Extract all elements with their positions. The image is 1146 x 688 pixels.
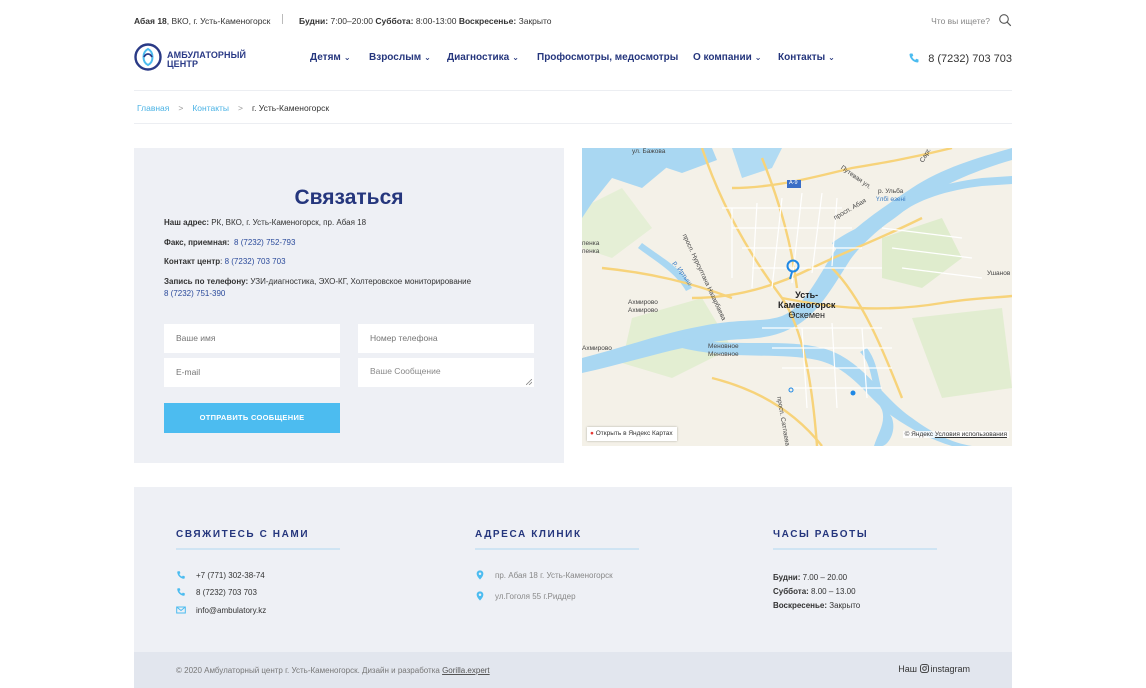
map-label: Ахмирово	[628, 299, 658, 306]
map-label: Ахмирово	[628, 307, 658, 314]
map-terms-link[interactable]: Условия использования	[935, 431, 1007, 438]
footer-clinics: АДРЕСА КЛИНИК	[475, 529, 639, 550]
fax-info: Факс, приемная: 8 (7232) 752-793	[164, 238, 296, 247]
logo-icon	[134, 43, 162, 71]
breadcrumb-divider	[134, 123, 1012, 124]
footer-clinics-heading: АДРЕСА КЛИНИК	[475, 529, 582, 540]
email-input[interactable]	[164, 358, 340, 387]
contact-form-panel: Связаться Наш адрес: РК, ВКО, г. Усть-Ка…	[134, 148, 564, 463]
breadcrumb-current: г. Усть-Каменогорск	[252, 103, 330, 113]
map-label: ул. Бажова	[632, 148, 666, 155]
phone-input[interactable]	[358, 324, 534, 353]
instagram-icon	[920, 664, 930, 673]
hours-row: Суббота: 8.00 – 13.00	[773, 587, 856, 596]
top-bar: Абая 18, ВКО, г. Усть-Каменогорск Будни:…	[134, 12, 1012, 30]
phone-icon	[909, 53, 919, 63]
top-hours: Будни: 7:00–20:00 Суббота: 8:00-13:00 Во…	[299, 16, 552, 26]
phone-icon	[177, 588, 185, 596]
map-label: Ушанов	[987, 270, 1011, 277]
chevron-down-icon: ⌄	[754, 53, 762, 62]
search-label[interactable]: Что вы ищете?	[931, 16, 990, 26]
map-city-label: Усть- Каменогорск Өскемен	[778, 290, 836, 320]
map-label: пенка	[582, 240, 600, 247]
footer-hours: ЧАСЫ РАБОТЫ	[773, 529, 937, 550]
yandex-map[interactable]: ул. Бажова А-9 Путевая ул. р. Ульба Үлбі…	[582, 148, 1012, 446]
logo[interactable]: АМБУЛАТОРНЫЙ ЦЕНТР	[134, 43, 254, 73]
header-divider	[134, 90, 1012, 91]
footer-bottom-bar: © 2020 Амбулаторный центр г. Усть-Камено…	[134, 652, 1012, 688]
breadcrumb: Главная > Контакты > г. Усть-Каменогорск	[137, 103, 329, 113]
heading-underline	[176, 548, 340, 550]
map-label: Үлбі өзені	[876, 196, 906, 203]
chevron-down-icon: ⌄	[343, 53, 351, 62]
hours-row: Будни: 7.00 – 20.00	[773, 573, 848, 582]
footer-hours-list: Будни: 7.00 – 20.00 Суббота: 8.00 – 13.0…	[773, 571, 860, 613]
name-input[interactable]	[164, 324, 340, 353]
heading-underline	[773, 548, 937, 550]
footer-hours-heading: ЧАСЫ РАБОТЫ	[773, 529, 869, 540]
send-message-button[interactable]: ОТПРАВИТЬ СООБЩЕНИЕ	[164, 403, 340, 433]
search-icon[interactable]	[998, 13, 1012, 27]
call-center-info: Контакт центр: 8 (7232) 703 703	[164, 257, 286, 266]
heading-underline	[475, 548, 639, 550]
map-label: Меновное	[708, 343, 739, 350]
map-copyright: © Яндекс Условия использования	[902, 431, 1009, 438]
call-center-link[interactable]: 8 (7232) 703 703	[225, 257, 286, 266]
instagram-link[interactable]: Наш instagram	[898, 664, 970, 674]
chevron-down-icon: ⌄	[512, 53, 519, 62]
phone-icon	[177, 571, 185, 579]
location-pin-icon	[476, 591, 484, 601]
location-pin-icon	[476, 570, 484, 580]
nav-item-adults[interactable]: Взрослым ⌄	[369, 52, 431, 63]
breadcrumb-contacts[interactable]: Контакты	[192, 103, 229, 113]
breadcrumb-separator: >	[178, 103, 184, 113]
booking-info: Запись по телефону: УЗИ-диагностика, ЭХО…	[164, 277, 472, 298]
resize-handle-icon[interactable]	[526, 379, 532, 385]
map-label: Меновное	[708, 351, 739, 358]
nav-item-contacts[interactable]: Контакты ⌄	[778, 52, 835, 63]
breadcrumb-home[interactable]: Главная	[137, 103, 169, 113]
copyright: © 2020 Амбулаторный центр г. Усть-Камено…	[176, 666, 490, 675]
location-pin-icon: ●	[590, 430, 594, 437]
open-in-yandex-maps-button[interactable]: ● Открыть в Яндекс Картах	[587, 427, 677, 441]
breadcrumb-separator: >	[238, 103, 244, 113]
top-separator	[282, 14, 283, 24]
footer: СВЯЖИТЕСЬ С НАМИ +7 (771) 302-38-74 8 (7…	[134, 487, 1012, 688]
contact-title: Связаться	[294, 186, 404, 209]
footer-contacts-heading: СВЯЖИТЕСЬ С НАМИ	[176, 529, 310, 540]
map-label: р. Ульба	[878, 188, 904, 195]
map-label: Ахмирово	[582, 345, 612, 352]
nav-item-checkups[interactable]: Профосмотры, медосмотры	[537, 52, 678, 63]
nav-item-diagnostics[interactable]: Диагностика ⌄	[447, 52, 519, 63]
top-address: Абая 18, ВКО, г. Усть-Каменогорск	[134, 16, 271, 26]
map-label: пенка	[582, 248, 600, 255]
footer-contacts: СВЯЖИТЕСЬ С НАМИ	[176, 529, 340, 550]
header-phone[interactable]: 8 (7232) 703 703	[908, 52, 1012, 65]
map-label: А-9	[789, 180, 798, 186]
nav-item-kids[interactable]: Детям ⌄	[310, 52, 351, 63]
nav-item-about[interactable]: О компании ⌄	[693, 52, 761, 63]
message-textarea[interactable]: Ваше Сообщение	[358, 358, 534, 387]
fax-link[interactable]: 8 (7232) 752-793	[234, 238, 295, 247]
booking-phone-link[interactable]: 8 (7232) 751-390	[164, 289, 225, 298]
chevron-down-icon: ⌄	[828, 53, 835, 62]
logo-text: АМБУЛАТОРНЫЙ ЦЕНТР	[167, 50, 247, 69]
address-info: Наш адрес: РК, ВКО, г. Усть-Каменогорск,…	[164, 218, 367, 227]
chevron-down-icon: ⌄	[424, 53, 431, 62]
hours-row: Воскресенье: Закрыто	[773, 601, 861, 610]
main-header: АМБУЛАТОРНЫЙ ЦЕНТР Детям ⌄ Взрослым ⌄ Диагн…	[134, 40, 1012, 80]
mail-icon	[176, 606, 186, 614]
developer-link[interactable]: Gorilla.expert	[442, 666, 490, 675]
